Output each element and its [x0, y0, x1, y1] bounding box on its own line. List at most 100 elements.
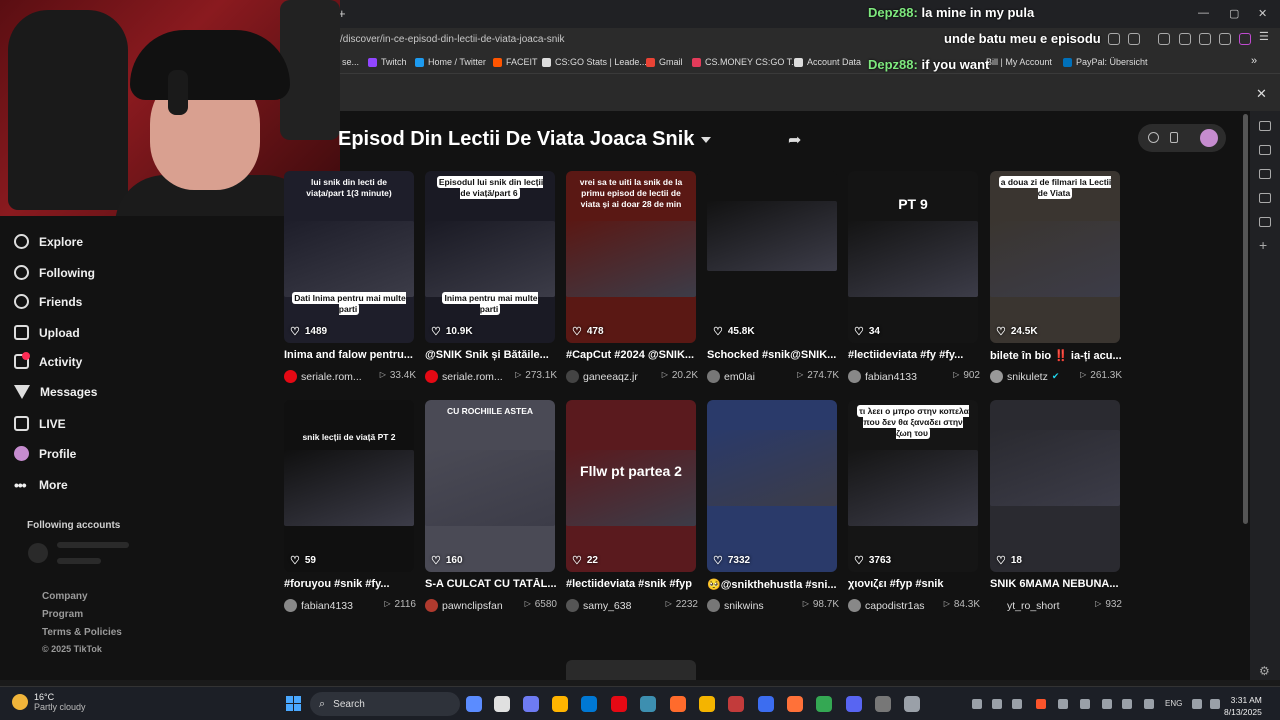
- sidebar-item-upload[interactable]: Upload: [14, 325, 80, 340]
- video-thumbnail[interactable]: snik lecții de viață PT 2 ♡ 59: [284, 400, 414, 572]
- sidebar-item-messages[interactable]: Messages: [14, 385, 97, 399]
- taskbar-app-icon[interactable]: [494, 696, 510, 712]
- video-title[interactable]: Schocked #snik@SNIK...: [707, 349, 839, 361]
- taskbar-app-icon[interactable]: [611, 696, 627, 712]
- taskbar-app-icon[interactable]: [581, 696, 597, 712]
- taskbar-app-icon[interactable]: [758, 696, 774, 712]
- language-indicator[interactable]: ENG: [1165, 699, 1182, 708]
- taskbar-app-icon[interactable]: [816, 696, 832, 712]
- bookmark-item[interactable]: CS:GO Stats | Leade...: [542, 57, 647, 67]
- steam-tray-icon[interactable]: [1122, 699, 1132, 709]
- video-thumbnail[interactable]: Fllw pt partea 2 ♡ 22: [566, 400, 696, 572]
- taskbar-search[interactable]: ⌕ Search: [310, 692, 460, 716]
- taskbar-app-icon[interactable]: [699, 696, 715, 712]
- taskbar-app-icon[interactable]: [640, 696, 656, 712]
- tray-icon[interactable]: [1080, 699, 1090, 709]
- video-thumbnail[interactable]: Episodul lui snik din lecții de viață/pa…: [425, 171, 555, 343]
- video-author[interactable]: samy_638: [566, 599, 631, 612]
- sidebar-item-live[interactable]: LIVE: [14, 416, 66, 431]
- add-panel-icon[interactable]: +: [1259, 237, 1267, 253]
- copilot-icon[interactable]: [1259, 121, 1271, 131]
- wallet-icon[interactable]: [1259, 169, 1271, 179]
- close-window-button[interactable]: ✕: [1258, 7, 1267, 20]
- sidebar-item-explore[interactable]: Explore: [14, 234, 83, 249]
- tray-icon[interactable]: [1058, 699, 1068, 709]
- video-thumbnail[interactable]: PT 9 ♡ 34: [848, 171, 978, 343]
- bookmark-item[interactable]: se...: [342, 57, 359, 67]
- bookmark-item[interactable]: Account Data: [794, 57, 861, 67]
- taskbar-app-icon[interactable]: [904, 696, 920, 712]
- video-author[interactable]: seriale.rom...: [284, 370, 362, 383]
- video-author[interactable]: fabian4133: [848, 370, 917, 383]
- video-title[interactable]: #foruyou #snik #fy...: [284, 578, 416, 590]
- headset-tray-icon[interactable]: [972, 699, 982, 709]
- taskbar-app-icon[interactable]: [523, 696, 539, 712]
- video-thumbnail[interactable]: a doua zi de filmari la Lectii de Viata ♡…: [990, 171, 1120, 343]
- video-title[interactable]: SNIK 6MAMA NEBUNA...: [990, 578, 1122, 590]
- bookmark-item[interactable]: Home / Twitter: [415, 57, 486, 67]
- video-title[interactable]: χιονιζει #fyp #snik: [848, 578, 980, 590]
- bookmark-item[interactable]: PayPal: Übersicht: [1063, 57, 1148, 67]
- bookmark-item[interactable]: CS.MONEY CS:GO T...: [692, 57, 799, 67]
- tray-icon[interactable]: [1012, 699, 1022, 709]
- bookmark-item[interactable]: Gmail: [646, 57, 683, 67]
- video-author[interactable]: snikuletz ✔: [990, 370, 1059, 383]
- sidebar-toggle-icon[interactable]: [1158, 33, 1170, 45]
- tray-icon[interactable]: [992, 699, 1002, 709]
- video-title[interactable]: S-A CULCAT CU TATĂL...: [425, 578, 557, 590]
- system-clock[interactable]: 3:31 AM 8/13/2025: [1224, 694, 1262, 718]
- video-author[interactable]: em0lai: [707, 370, 755, 383]
- profile-extension-icon[interactable]: [1239, 33, 1251, 45]
- video-thumbnail[interactable]: ♡ 18: [990, 400, 1120, 572]
- bookmark-item[interactable]: Twitch: [368, 57, 407, 67]
- share-icon[interactable]: ➦: [788, 130, 801, 150]
- taskbar-app-icon[interactable]: [728, 696, 744, 712]
- maximize-button[interactable]: ▢: [1229, 7, 1239, 20]
- video-author[interactable]: ganeeaqz.jr: [566, 370, 638, 383]
- network-icon[interactable]: [1192, 699, 1202, 709]
- footer-link-program[interactable]: Program: [42, 609, 83, 620]
- outlook-icon[interactable]: [1259, 217, 1271, 227]
- video-author[interactable]: seriale.rom...: [425, 370, 503, 383]
- video-title[interactable]: bilete în bio ‼️ ia-ți acu...: [990, 349, 1122, 362]
- video-author[interactable]: fabian4133: [284, 599, 353, 612]
- sidebar-item-activity[interactable]: Activity: [14, 352, 82, 369]
- gear-icon[interactable]: ⚙: [1259, 664, 1270, 678]
- taskbar-app-icon[interactable]: [875, 696, 891, 712]
- menu-icon[interactable]: ☰: [1259, 31, 1271, 45]
- close-icon[interactable]: ✕: [1256, 86, 1267, 102]
- avatar[interactable]: [1200, 129, 1218, 147]
- split-screen-icon[interactable]: [1179, 33, 1191, 45]
- games-icon[interactable]: [1259, 145, 1271, 155]
- extension-icon[interactable]: [1108, 33, 1120, 45]
- mic-tray-icon[interactable]: [1144, 699, 1154, 709]
- video-title[interactable]: Inima and falow pentru...: [284, 349, 416, 361]
- office-icon[interactable]: [1259, 193, 1271, 203]
- volume-icon[interactable]: [1210, 699, 1220, 709]
- reader-mode-icon[interactable]: [1128, 33, 1140, 45]
- video-thumbnail[interactable]: vrei sa te uiti la snik de la primu epis…: [566, 171, 696, 343]
- taskbar-app-icon[interactable]: [787, 696, 803, 712]
- video-author[interactable]: pawnclipsfan: [425, 599, 503, 612]
- bookmarks-overflow-button[interactable]: »: [1251, 55, 1257, 67]
- video-card-partial[interactable]: [566, 660, 696, 680]
- sidebar-item-following[interactable]: Following: [14, 265, 95, 280]
- url-text[interactable]: /discover/in-ce-episod-din-lectii-de-via…: [340, 34, 565, 45]
- tray-icon[interactable]: [1102, 699, 1112, 709]
- scrollbar[interactable]: [1243, 114, 1248, 524]
- bookmark-item[interactable]: Bill | My Account: [986, 57, 1052, 67]
- bookmark-item[interactable]: FACEIT: [493, 57, 538, 67]
- taskbar-app-icon[interactable]: [670, 696, 686, 712]
- video-thumbnail[interactable]: CU ROCHIILE ASTEA ♡ 160: [425, 400, 555, 572]
- video-thumbnail[interactable]: ♡ 7332: [707, 400, 837, 572]
- sidebar-item-more[interactable]: ••• More: [14, 477, 68, 493]
- footer-link-company[interactable]: Company: [42, 591, 88, 602]
- favorites-icon[interactable]: [1199, 33, 1211, 45]
- taskbar-app-icon[interactable]: [552, 696, 568, 712]
- video-title[interactable]: #lectiideviata #fy #fy...: [848, 349, 980, 361]
- shield-icon[interactable]: [1219, 33, 1231, 45]
- footer-link-terms[interactable]: Terms & Policies: [42, 627, 122, 638]
- brave-tray-icon[interactable]: [1036, 699, 1046, 709]
- taskbar-app-icon[interactable]: [466, 696, 482, 712]
- video-title[interactable]: #lectiideviata #snik #fyp: [566, 578, 698, 590]
